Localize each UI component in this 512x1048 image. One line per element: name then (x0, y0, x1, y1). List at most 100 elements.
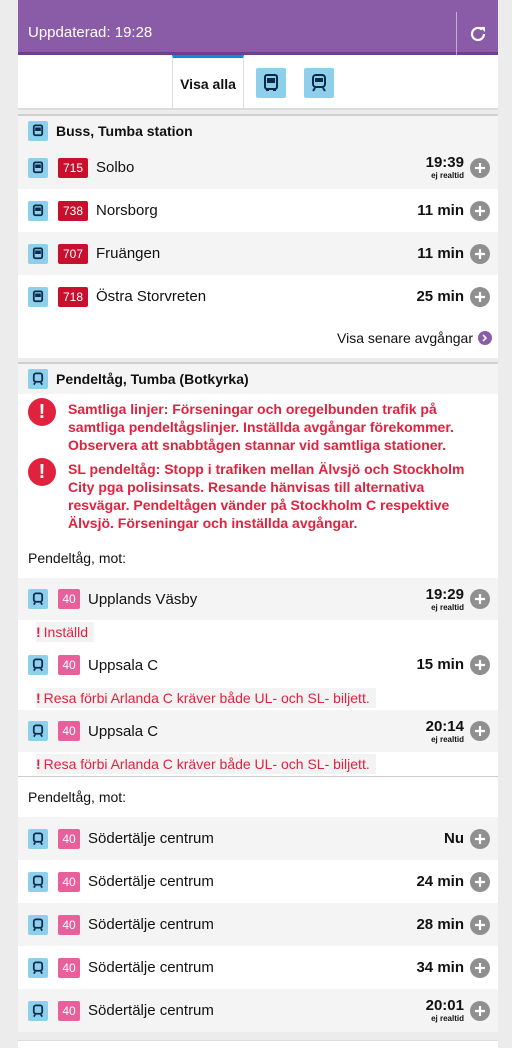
time-value: 15 min (416, 656, 464, 673)
line-number-badge: 40 (58, 957, 80, 978)
expand-plus-icon[interactable] (470, 589, 490, 609)
train-icon (28, 1000, 48, 1021)
destination: Uppsala C (88, 656, 159, 674)
destination: Södertälje centrum (88, 1002, 214, 1019)
departure-row[interactable]: 40 Södertälje centrum Nu (18, 817, 498, 860)
departures-panel: Uppdaterad: 19:28 Visa alla Buss, Tumba … (18, 0, 498, 1032)
tab-train[interactable] (300, 55, 338, 110)
bus-stop-header: Buss, Tumba station (18, 116, 498, 146)
departure-row[interactable]: 40 Upplands Väsby 19:29 ej realtid (18, 578, 498, 620)
departure-time: 28 min (416, 915, 464, 933)
warning-icon: ! (28, 458, 56, 486)
line-number-badge: 40 (58, 1000, 80, 1021)
departure-row[interactable]: 40 Södertälje centrum 28 min (18, 903, 498, 946)
alert-text: Samtliga linjer: Förseningar och oregelb… (68, 401, 454, 453)
train-stop-section: Pendeltåg, Tumba (Botkyrka) ! Samtliga l… (18, 362, 498, 1032)
realtime-status: ej realtid (431, 602, 464, 612)
destination: Uppsala C (88, 722, 159, 740)
line-number-badge: 707 (58, 243, 88, 264)
updated-label: Uppdaterad: 19:28 (28, 24, 153, 41)
realtime-status: ej realtid (431, 734, 464, 744)
direction-label: Pendeltåg, mot: (28, 789, 127, 805)
expand-plus-icon[interactable] (470, 655, 490, 675)
expand-plus-icon[interactable] (470, 1000, 490, 1021)
bus-icon (28, 200, 48, 221)
departure-time: 11 min (417, 201, 464, 219)
expand-plus-icon[interactable] (470, 914, 490, 935)
destination: Solbo (96, 159, 135, 176)
line-number-badge: 40 (58, 871, 80, 892)
train-icon (28, 655, 48, 675)
departure-row[interactable]: 40 Södertälje centrum 34 min (18, 946, 498, 989)
show-later-label: Visa senare avgångar (337, 330, 473, 346)
train-stop-title: Pendeltåg, Tumba (Botkyrka) (56, 371, 249, 387)
alert-text: SL pendeltåg: Stopp i trafiken mellan Äl… (68, 461, 465, 531)
tab-show-all-label: Visa alla (180, 76, 236, 92)
time-value: 20:14 (425, 717, 464, 735)
expand-plus-icon[interactable] (470, 828, 490, 849)
departure-time: 11 min (417, 244, 464, 262)
train-icon (304, 67, 334, 98)
expand-plus-icon[interactable] (470, 243, 490, 264)
expand-plus-icon[interactable] (470, 957, 490, 978)
refresh-button[interactable] (456, 12, 498, 55)
departure-row[interactable]: 715 Solbo 19:39 ej realtid (18, 146, 498, 189)
show-later-departures-link[interactable]: Visa senare avgångar (18, 318, 498, 358)
time-value: 24 min (416, 872, 464, 890)
line-number-badge: 738 (58, 200, 88, 221)
expand-plus-icon[interactable] (470, 157, 490, 178)
expand-plus-icon[interactable] (470, 286, 490, 307)
line-number-badge: 40 (58, 914, 80, 935)
exclamation-icon: ! (36, 756, 41, 772)
train-icon (28, 721, 48, 741)
train-icon (28, 957, 48, 978)
departure-row[interactable]: 40 Uppsala C 20:14 ej realtid (18, 710, 498, 752)
bus-icon (28, 157, 48, 178)
destination: Södertälje centrum (88, 830, 214, 847)
bus-stop-section: Buss, Tumba station 715 Solbo 19:39 ej real… (18, 114, 498, 358)
tab-show-all[interactable]: Visa alla (172, 55, 244, 110)
realtime-status: ej realtid (431, 171, 464, 180)
mode-tabs: Visa alla (18, 55, 498, 110)
time-value: 28 min (416, 915, 464, 933)
departure-time: 25 min (416, 288, 464, 305)
departure-row[interactable]: 718 Östra Storvreten 25 min (18, 275, 498, 318)
departure-time: 20:14 ej realtid (425, 717, 464, 744)
tab-bus[interactable] (252, 55, 290, 110)
destination: Södertälje centrum (88, 959, 214, 976)
note-text: Inställd (43, 624, 89, 640)
departure-row[interactable]: 738 Norsborg 11 min (18, 189, 498, 232)
time-value: 19:39 (425, 154, 464, 171)
direction-label: Pendeltåg, mot: (28, 550, 127, 566)
train-icon (28, 589, 48, 609)
bus-icon (28, 121, 48, 141)
line-number-badge: 40 (58, 655, 80, 675)
time-value: 19:29 (425, 585, 464, 603)
expand-plus-icon[interactable] (470, 871, 490, 892)
departure-row[interactable]: 40 Uppsala C 15 min (18, 644, 498, 686)
exclamation-icon: ! (36, 624, 41, 640)
destination: Fruängen (96, 245, 161, 262)
line-number-badge: 718 (58, 286, 88, 307)
destination: Upplands Väsby (88, 590, 198, 608)
alert-message: ! SL pendeltåg: Stopp i trafiken mellan … (18, 454, 498, 538)
departure-time: Nu (444, 830, 464, 847)
departure-note: ! Resa förbi Arlanda C kräver både UL- oc… (18, 686, 498, 710)
train-icon (28, 828, 48, 849)
bus-icon (28, 286, 48, 307)
bus-icon (256, 67, 286, 98)
destination: Södertälje centrum (88, 873, 214, 890)
train-icon (28, 914, 48, 935)
time-value: 11 min (417, 201, 464, 219)
warning-icon: ! (28, 398, 56, 426)
header-bar: Uppdaterad: 19:28 (18, 0, 498, 55)
refresh-icon (470, 26, 485, 41)
time-value: 11 min (417, 244, 464, 262)
departure-note: ! Resa förbi Arlanda C kräver både UL- oc… (18, 752, 498, 776)
departure-row[interactable]: 707 Fruängen 11 min (18, 232, 498, 275)
expand-plus-icon[interactable] (470, 200, 490, 221)
expand-plus-icon[interactable] (470, 721, 490, 741)
line-number-badge: 715 (58, 157, 88, 178)
departure-row[interactable]: 40 Södertälje centrum 24 min (18, 860, 498, 903)
departure-row[interactable]: 40 Södertälje centrum 20:01 ej realtid (18, 989, 498, 1032)
